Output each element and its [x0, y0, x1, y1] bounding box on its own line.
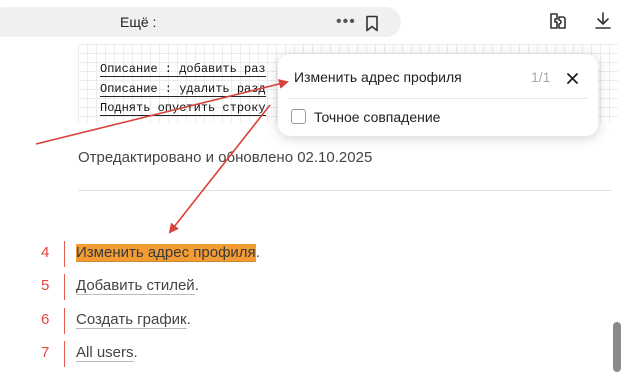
list-number: 5 [41, 277, 50, 294]
scrollbar-thumb[interactable] [613, 322, 621, 372]
address-title: Ещё : [120, 14, 157, 30]
code-line: Описание : добавить раз [100, 62, 266, 77]
list-marker-bar [64, 308, 65, 334]
list-marker-bar [64, 274, 65, 300]
edited-note: Отредактировано и обновлено 02.10.2025 [78, 149, 373, 166]
list-suffix: . [194, 277, 199, 294]
list-number: 6 [41, 311, 50, 328]
bookmark-icon[interactable] [365, 15, 379, 37]
close-icon[interactable] [567, 71, 578, 89]
arrow-to-highlight [168, 104, 271, 234]
more-dots-icon[interactable]: ••• [336, 13, 356, 31]
address-bar[interactable]: Ещё : ••• [0, 7, 401, 37]
exact-match-checkbox[interactable] [291, 109, 306, 124]
list-number: 7 [41, 344, 50, 361]
find-in-page-popup: Изменить адрес профиля 1/1 Точное совпад… [278, 54, 598, 136]
list-suffix: . [186, 311, 191, 328]
list-link[interactable]: Добавить стилей [76, 277, 195, 295]
find-input[interactable]: Изменить адрес профиля [294, 69, 462, 85]
list-marker-bar [64, 341, 65, 367]
download-icon[interactable] [594, 11, 612, 36]
list-link[interactable]: Создать график [76, 311, 187, 329]
list-suffix: . [133, 344, 138, 361]
divider [78, 190, 612, 191]
list-suffix: . [255, 244, 260, 261]
list-link[interactable]: All users [76, 344, 134, 362]
extensions-icon[interactable] [548, 11, 568, 36]
code-line: Поднять опустить строку [100, 101, 266, 116]
find-match-count: 1/1 [531, 69, 551, 85]
browser-toolbar: Ещё : ••• [0, 0, 625, 44]
popup-divider [288, 98, 588, 99]
code-line: Описание : удалить разд [100, 82, 266, 97]
list-number: 4 [41, 244, 50, 261]
list-link-highlighted[interactable]: Изменить адрес профиля [76, 244, 256, 262]
list-marker-bar [64, 241, 65, 267]
exact-match-label: Точное совпадение [314, 109, 441, 125]
